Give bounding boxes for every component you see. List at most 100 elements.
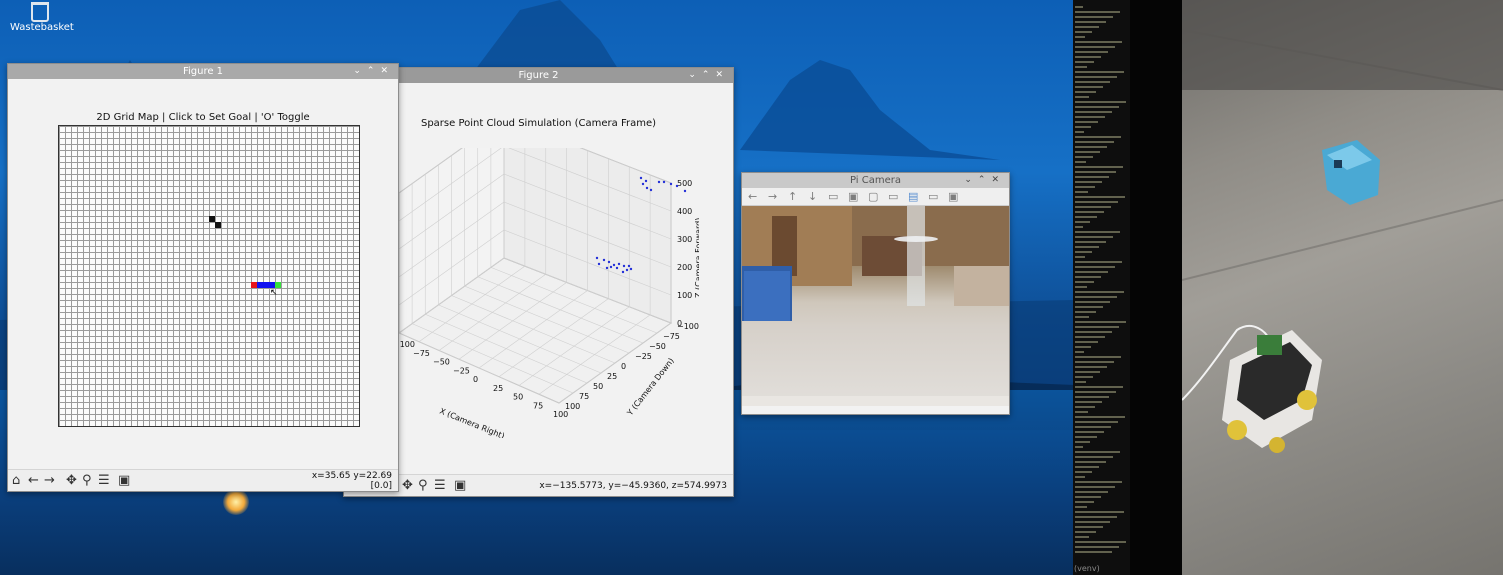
point-cloud-point (662, 180, 666, 184)
terminal-line (1075, 356, 1121, 358)
terminal-line (1075, 6, 1083, 8)
terminal-line (1075, 506, 1087, 508)
window-controls[interactable]: ⌄⌃✕ (353, 64, 394, 79)
figure-1-titlebar[interactable]: Figure 1 ⌄⌃✕ (8, 64, 398, 79)
point-cloud-point (683, 189, 687, 193)
maximize-icon[interactable]: ⌃ (978, 175, 992, 185)
maximize-icon[interactable]: ⌃ (367, 66, 381, 76)
up-icon[interactable]: ↑ (788, 190, 797, 203)
terminal-line (1075, 101, 1126, 103)
window-title: Figure 1 (182, 66, 224, 77)
paste-icon[interactable]: ▤ (908, 190, 918, 203)
terminal-line (1075, 46, 1115, 48)
point-cloud-point (597, 262, 601, 266)
terminal-line (1075, 521, 1110, 523)
point-cloud-3d-plot[interactable]: −100−75−50−250255075100−100−75−50−250255… (399, 148, 699, 438)
terminal-line (1075, 146, 1107, 148)
pi-camera-window[interactable]: Pi Camera ⌄⌃✕ ← → ↑ ↓ ▭ ▣ ▢ ▭ ▤ ▭ ▣ (741, 172, 1010, 415)
point-cloud-point (639, 176, 643, 180)
robot-scene (1182, 0, 1503, 453)
maximize-icon[interactable]: ⌃ (702, 70, 716, 80)
z-axis-label: Z (Camera Forward) (694, 218, 699, 298)
terminal-line (1075, 291, 1124, 293)
terminal-line (1075, 451, 1120, 453)
zoom-icon[interactable]: ⚲ (82, 473, 92, 488)
z-tick-label: 400 (677, 207, 692, 216)
close-icon[interactable]: ✕ (715, 70, 729, 80)
terminal-line (1075, 311, 1096, 313)
zoom-icon[interactable]: ⚲ (418, 478, 428, 493)
window-controls[interactable]: ⌄⌃✕ (964, 173, 1005, 188)
pan-icon[interactable]: ✥ (402, 478, 413, 493)
back-icon[interactable]: ← (28, 473, 39, 488)
terminal-line (1075, 206, 1111, 208)
y-tick-label: 100 (565, 402, 580, 411)
close-icon[interactable]: ✕ (991, 175, 1005, 185)
y-tick-label: 0 (621, 362, 626, 371)
terminal-line (1075, 536, 1089, 538)
forward-icon[interactable]: → (768, 190, 777, 203)
terminal-line (1075, 381, 1086, 383)
x-tick-label: −25 (453, 366, 470, 375)
point-cloud-point (612, 263, 616, 267)
point-cloud-point (605, 266, 609, 270)
pan-icon[interactable]: ✥ (66, 473, 77, 488)
terminal-line (1075, 126, 1091, 128)
tile-icon[interactable]: ▣ (948, 190, 958, 203)
terminal-line (1075, 391, 1116, 393)
figure-2-titlebar[interactable]: Figure 2 ⌄⌃✕ (344, 68, 733, 83)
terminal-line (1075, 171, 1116, 173)
x-axis-label: X (Camera Right) (438, 407, 506, 438)
save-icon[interactable]: ▣ (118, 473, 130, 488)
y-tick-label: −75 (663, 332, 680, 341)
home-icon[interactable]: ⌂ (12, 473, 20, 488)
minimize-icon[interactable]: ⌄ (688, 70, 702, 80)
terminal-line (1075, 211, 1104, 213)
wastebasket-desktop-icon[interactable]: Wastebasket (10, 2, 74, 33)
back-icon[interactable]: ← (748, 190, 757, 203)
window-controls[interactable]: ⌄⌃✕ (688, 68, 729, 83)
configure-icon[interactable]: ☰ (98, 473, 110, 488)
copy-icon[interactable]: ▢ (868, 190, 878, 203)
minimize-icon[interactable]: ⌄ (964, 175, 978, 185)
save-icon[interactable]: ▣ (848, 190, 858, 203)
terminal-line (1075, 401, 1102, 403)
forward-icon[interactable]: → (44, 473, 55, 488)
terminal-line (1075, 96, 1089, 98)
zoom-out-icon[interactable]: ▭ (888, 190, 898, 203)
minimize-icon[interactable]: ⌄ (353, 66, 367, 76)
terminal-line (1075, 196, 1125, 198)
terminal-line (1075, 151, 1100, 153)
terminal-line (1075, 286, 1087, 288)
terminal-line (1075, 181, 1102, 183)
terminal-line (1075, 516, 1117, 518)
figure-1-window[interactable]: Figure 1 ⌄⌃✕ 2D Grid Map | Click to Set … (7, 63, 399, 492)
fit-icon[interactable]: ▭ (828, 190, 838, 203)
robot-overhead-video (1182, 0, 1503, 575)
terminal-line (1075, 36, 1085, 38)
window-icon[interactable]: ▭ (928, 190, 938, 203)
cursor-value: [0.0] (370, 481, 392, 491)
terminal-line (1075, 26, 1099, 28)
terminal-panel[interactable]: (venv) (1073, 0, 1130, 575)
down-icon[interactable]: ↓ (808, 190, 817, 203)
terminal-line (1075, 361, 1114, 363)
configure-icon[interactable]: ☰ (434, 478, 446, 493)
plot-toolbar: ⌂ ← → ✥ ⚲ ☰ ▣ x=35.65 y=22.69 [0.0] (8, 469, 398, 491)
x-tick-label: 100 (553, 410, 568, 419)
figure-2-window[interactable]: Figure 2 ⌄⌃✕ Sparse Point Cloud Simulati… (343, 67, 734, 497)
terminal-line (1075, 471, 1092, 473)
grid-map[interactable]: ↖ (58, 125, 360, 427)
point-cloud-point (625, 268, 629, 272)
pi-camera-titlebar[interactable]: Pi Camera ⌄⌃✕ (742, 173, 1009, 188)
z-tick-label: 200 (677, 263, 692, 272)
camera-toolbar: ← → ↑ ↓ ▭ ▣ ▢ ▭ ▤ ▭ ▣ (742, 188, 1009, 206)
close-icon[interactable]: ✕ (380, 66, 394, 76)
cursor-coordinates: x=35.65 y=22.69 [0.0] (312, 471, 392, 491)
terminal-line (1075, 191, 1088, 193)
terminal-line (1075, 531, 1096, 533)
terminal-line (1075, 256, 1085, 258)
save-icon[interactable]: ▣ (454, 478, 466, 493)
terminal-line (1075, 316, 1089, 318)
terminal-line (1075, 251, 1092, 253)
